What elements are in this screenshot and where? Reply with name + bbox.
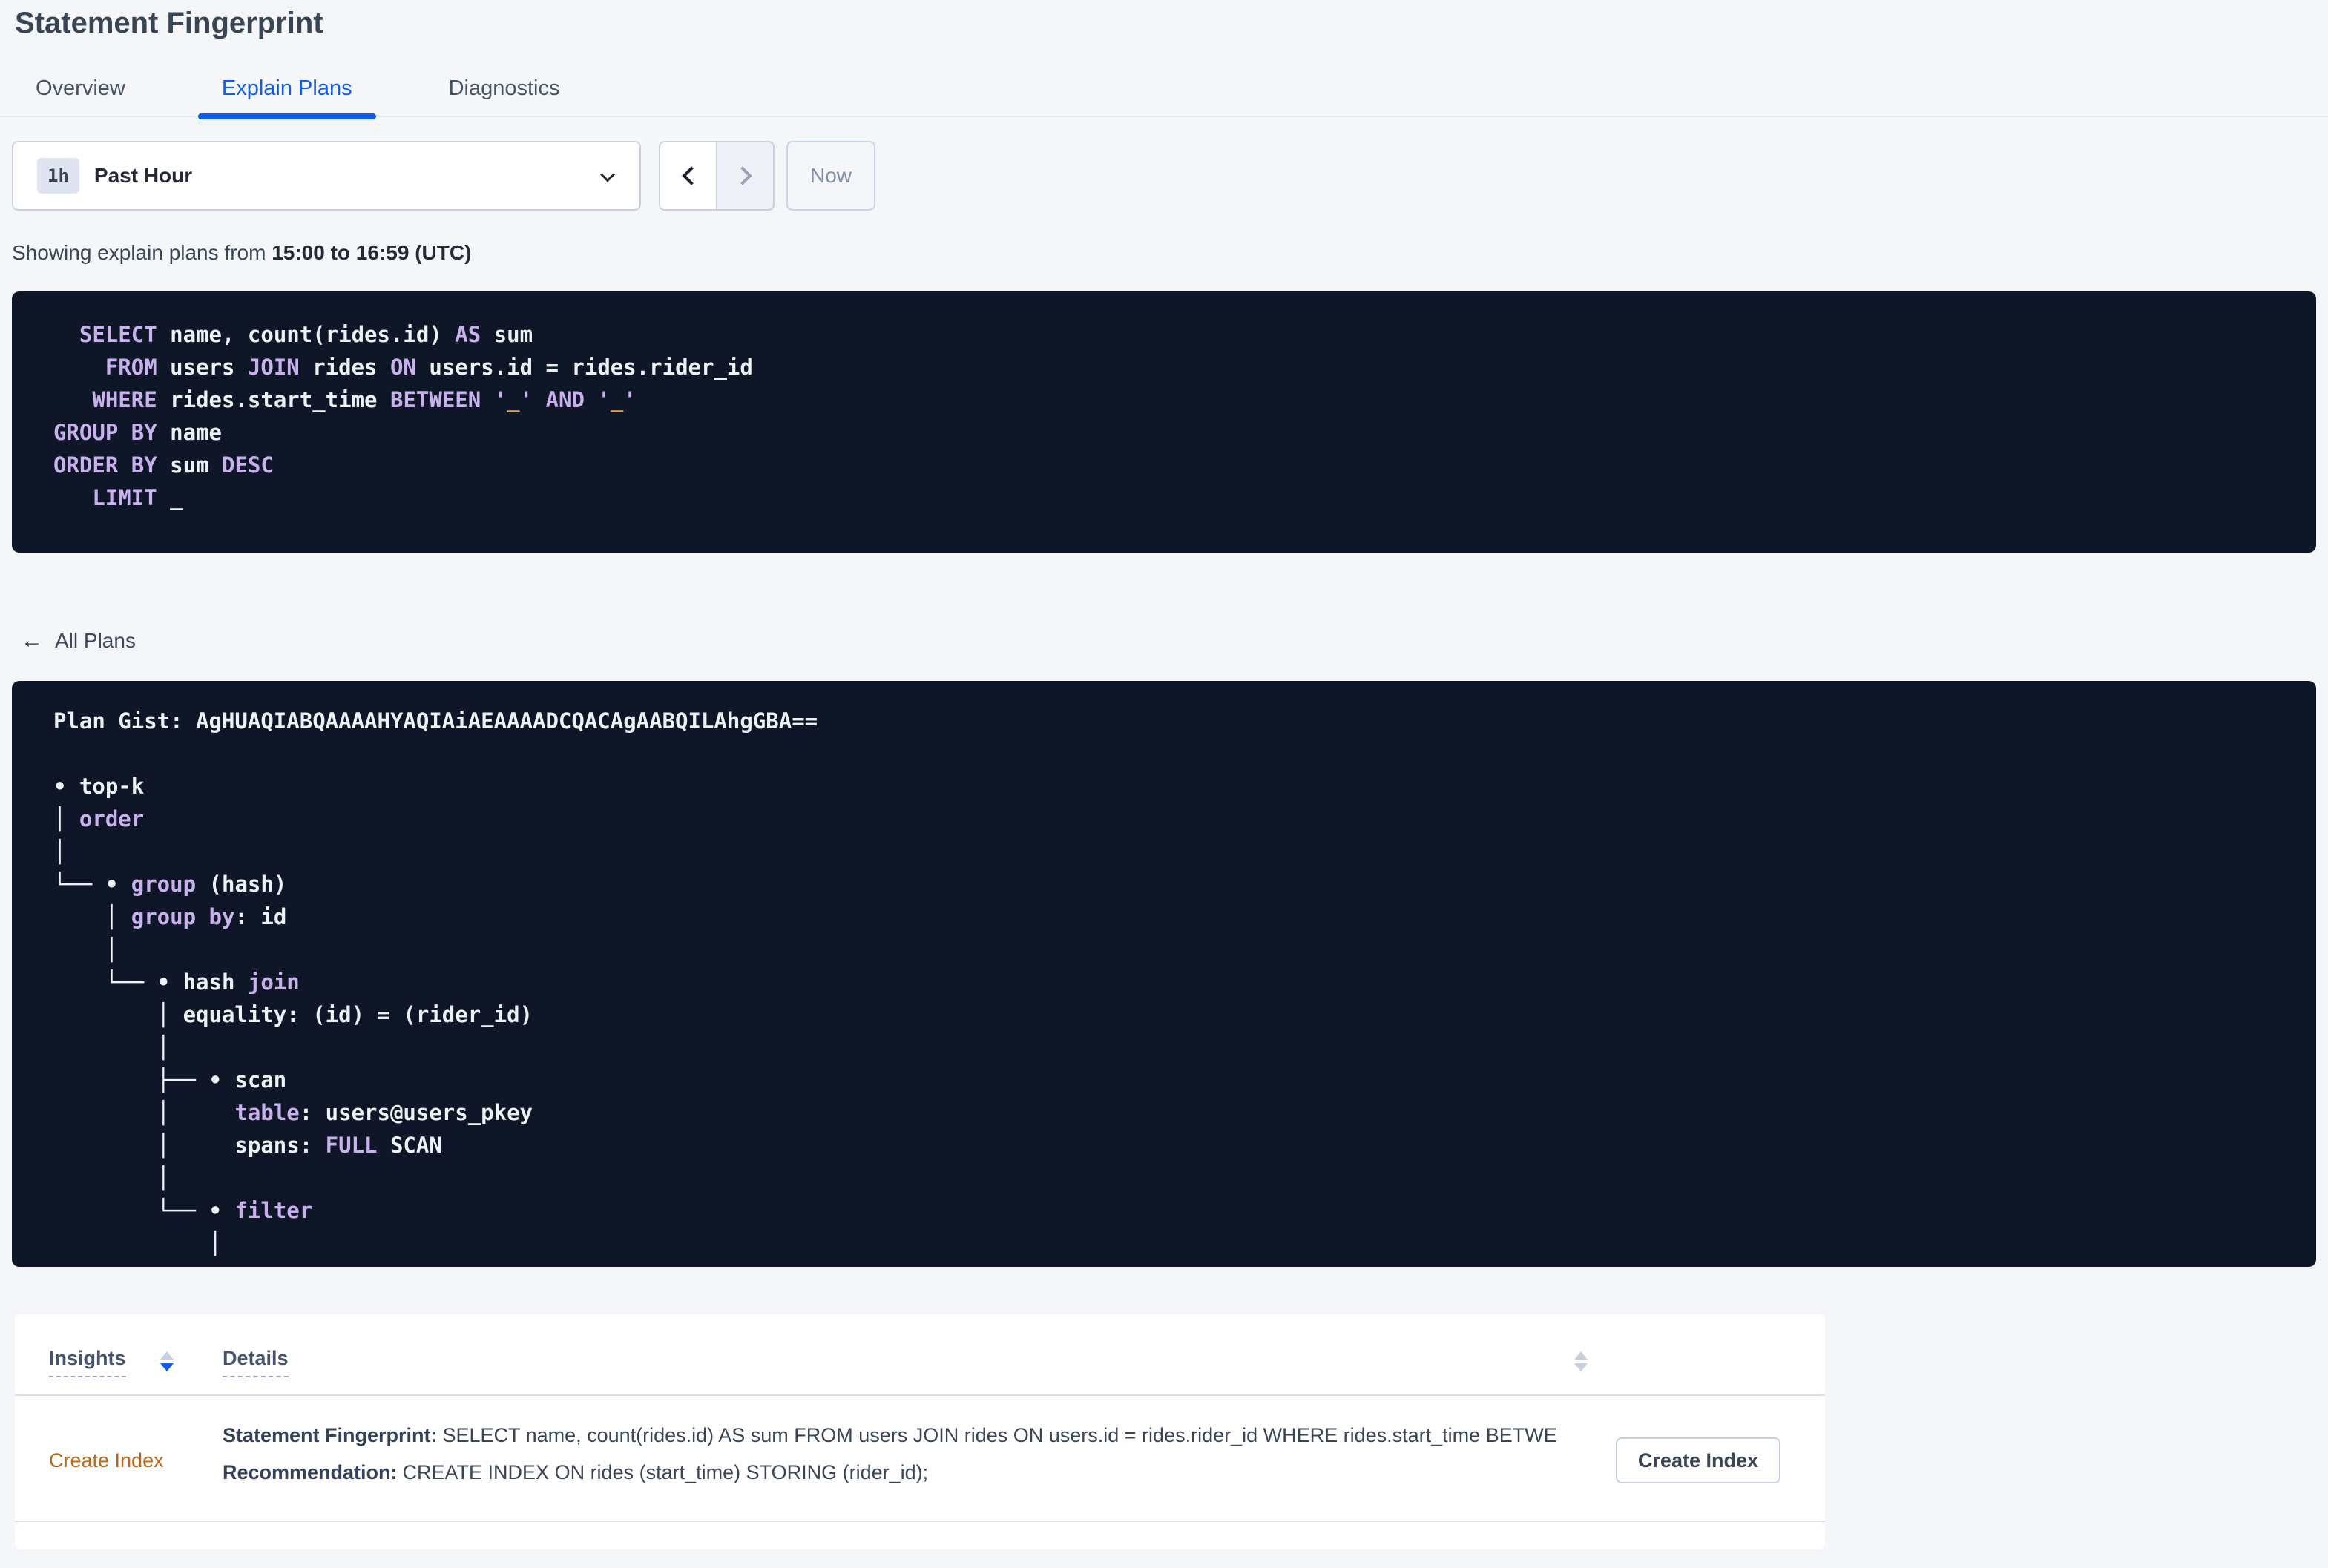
tab-overview[interactable]: Overview: [12, 76, 149, 116]
next-time-button[interactable]: [716, 142, 773, 209]
showing-range-text: Showing explain plans from 15:00 to 16:5…: [12, 240, 2328, 265]
sort-up-triangle: [160, 1351, 174, 1360]
time-toolbar: 1h Past Hour Now: [12, 141, 2316, 211]
all-plans-back-link[interactable]: ← All Plans: [21, 628, 136, 653]
sort-icon-insights[interactable]: [160, 1351, 174, 1371]
insights-table-header: Insights Details: [15, 1314, 1825, 1396]
statement-fingerprint-value: SELECT name, count(rides.id) AS sum FROM…: [442, 1424, 1558, 1446]
chevron-right-icon: [732, 166, 752, 185]
tab-diagnostics[interactable]: Diagnostics: [425, 76, 584, 116]
sort-up-triangle: [1574, 1351, 1588, 1360]
time-interval-select[interactable]: 1h Past Hour: [12, 141, 641, 211]
tab-explain-plans[interactable]: Explain Plans: [197, 76, 376, 119]
tab-bar: Overview Explain Plans Diagnostics: [0, 76, 2328, 119]
sort-down-triangle: [1574, 1363, 1588, 1371]
interval-badge: 1h: [37, 158, 79, 194]
statement-fingerprint-line: Statement Fingerprint: SELECT name, count…: [223, 1417, 1558, 1454]
statement-sql-block: SELECT name, count(rides.id) AS sum FROM…: [12, 291, 2316, 553]
insight-type-link[interactable]: Create Index: [49, 1449, 164, 1472]
time-nav-group: [659, 141, 775, 211]
insight-details-cell: Statement Fingerprint: SELECT name, count…: [223, 1417, 1558, 1491]
all-plans-label: All Plans: [55, 629, 136, 652]
left-arrow-icon: ←: [21, 628, 43, 653]
sort-down-triangle: [160, 1363, 174, 1371]
chevron-left-icon: [681, 166, 701, 185]
now-button[interactable]: Now: [786, 141, 875, 211]
interval-label: Past Hour: [93, 164, 193, 187]
prev-time-button[interactable]: [660, 142, 716, 209]
plan-gist-text: Plan Gist: AgHUAQIABQAAAAHYAQIAiAEAAAADC…: [53, 708, 818, 1256]
recommendation-line: Recommendation: CREATE INDEX ON rides (st…: [223, 1454, 1558, 1491]
insights-table-card: Insights Details Create Index Statement …: [15, 1314, 1825, 1549]
sort-icon-details[interactable]: [1574, 1351, 1588, 1371]
create-index-button[interactable]: Create Index: [1615, 1437, 1780, 1483]
column-header-details[interactable]: Details: [223, 1347, 289, 1377]
page: Statement Fingerprint Overview Explain Pl…: [0, 6, 2328, 1549]
column-header-insights[interactable]: Insights: [49, 1347, 126, 1377]
recommendation-value: CREATE INDEX ON rides (start_time) STORI…: [402, 1461, 929, 1483]
showing-range-prefix: Showing explain plans from: [12, 241, 272, 264]
statement-fingerprint-label: Statement Fingerprint:: [223, 1424, 438, 1446]
page-title: Statement Fingerprint: [15, 7, 323, 39]
showing-range-value: 15:00 to 16:59 (UTC): [272, 241, 472, 264]
plan-gist-block: Plan Gist: AgHUAQIABQAAAAHYAQIAiAEAAAADC…: [12, 681, 2316, 1267]
sql-text: SELECT name, count(rides.id) AS sum FROM…: [53, 322, 753, 510]
table-row: Create Index Statement Fingerprint: SELEC…: [15, 1396, 1825, 1522]
chevron-down-icon: [600, 167, 615, 182]
recommendation-label: Recommendation:: [223, 1461, 398, 1483]
